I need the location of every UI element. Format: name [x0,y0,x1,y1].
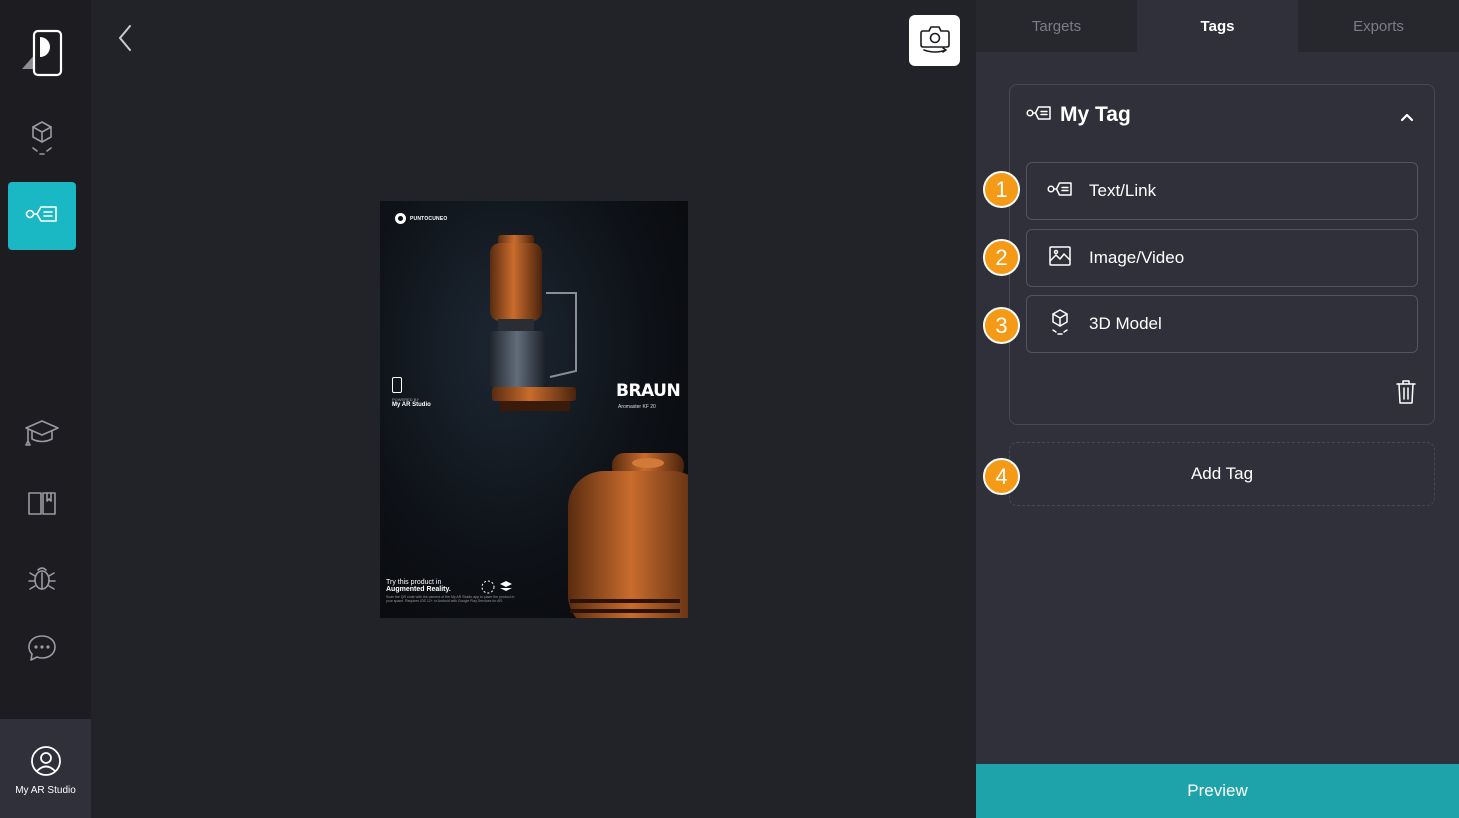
book-icon [26,489,58,521]
app-logo-icon[interactable] [20,29,64,79]
bug-icon [27,561,57,597]
tab-tags[interactable]: Tags [1137,0,1298,52]
phone-icon [392,377,402,393]
cube-icon [29,118,55,162]
collapse-button[interactable] [1400,107,1414,126]
option-label: 3D Model [1089,314,1162,333]
properties-panel: Targets Tags Exports My Tag Text/Link Im… [976,0,1459,818]
text-link-option[interactable]: Text/Link [1026,162,1418,220]
3d-model-option[interactable]: 3D Model [1026,295,1418,353]
sidebar: My AR Studio [0,0,91,818]
trash-icon [1394,380,1418,409]
callout-badge: 2 [983,239,1020,276]
capture-button[interactable] [909,15,960,66]
tab-exports[interactable]: Exports [1298,0,1459,52]
poster-logo: BRAUN [616,381,681,401]
callout-badge: 3 [983,307,1020,344]
tab-targets[interactable]: Targets [976,0,1137,52]
tag-icon [1026,104,1052,126]
option-label: Text/Link [1089,181,1157,200]
option-label: Image/Video [1089,248,1185,267]
add-tag-button[interactable]: Add Tag [1009,442,1435,506]
target-image[interactable]: PUNTOCUNEO POWERED BY My AR Studio BRAUN… [380,201,688,618]
ar-icons [481,580,512,594]
poster-brand: PUNTOCUNEO [395,213,447,224]
camera-rotate-icon [918,23,952,59]
sidebar-item-feedback[interactable] [8,616,76,684]
sidebar-item-docs[interactable] [8,471,76,539]
tag-card: My Tag Text/Link Image/Video 3D Model [1009,84,1435,425]
callout-badge: 4 [983,458,1020,495]
callout-badge: 1 [983,171,1020,208]
sidebar-item-bug-report[interactable] [8,545,76,613]
cube-icon [1047,308,1073,340]
chevron-left-icon [117,24,133,56]
sidebar-item-tags[interactable] [8,182,76,250]
text-link-icon [1047,180,1073,202]
delete-tag-button[interactable] [1394,379,1418,409]
tag-title: My Tag [1060,103,1131,126]
back-button[interactable] [112,24,138,56]
tag-header[interactable]: My Tag [1026,103,1131,127]
graduation-cap-icon [23,417,61,451]
profile-label: My AR Studio [15,785,76,796]
tag-icon [24,201,60,231]
sidebar-item-models[interactable] [8,106,76,174]
profile-button[interactable]: My AR Studio [0,719,91,818]
chevron-up-icon [1400,107,1414,126]
image-video-option[interactable]: Image/Video [1026,229,1418,287]
chat-icon [26,633,58,667]
user-avatar-icon [30,745,62,781]
poster-model: Aromaster KF 20 [618,404,656,410]
panel-tabs: Targets Tags Exports [976,0,1459,52]
sidebar-item-learn[interactable] [8,400,76,468]
image-icon [1047,245,1073,271]
preview-button[interactable]: Preview [976,764,1459,818]
